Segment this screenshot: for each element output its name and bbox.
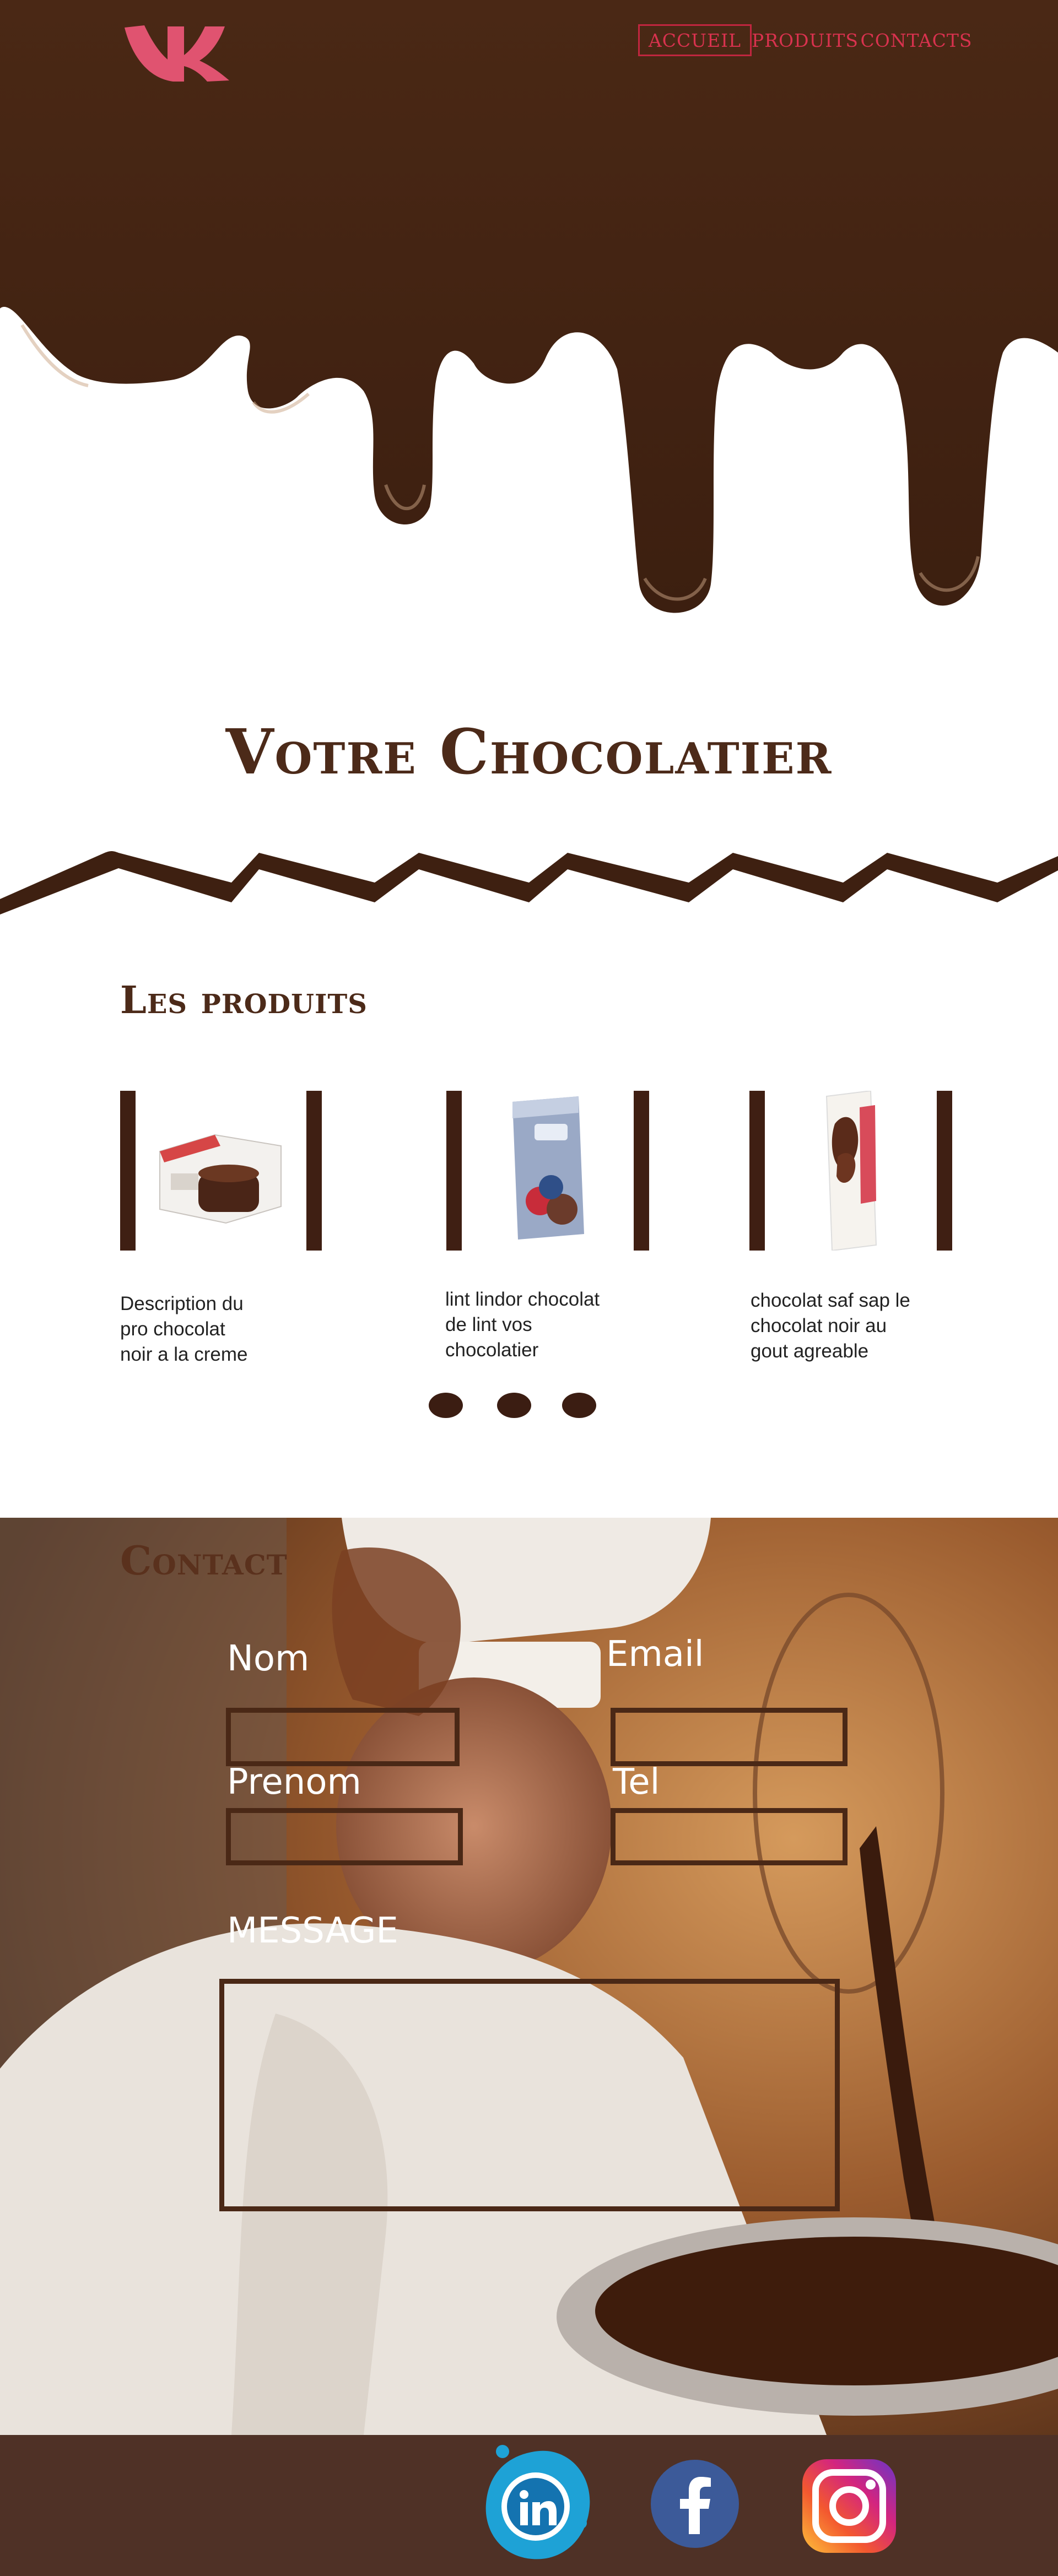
hero-title: Votre Chocolatier bbox=[225, 716, 833, 788]
nav-item-contacts-label: CONTACTS bbox=[860, 29, 973, 51]
product-image-2 bbox=[496, 1091, 601, 1251]
linkedin-icon[interactable] bbox=[474, 2440, 601, 2567]
carousel-dot-2[interactable] bbox=[497, 1393, 531, 1418]
label-prenom: Prenom bbox=[227, 1762, 361, 1803]
product-description-line: de lint vos bbox=[445, 1314, 532, 1335]
carousel-dot-3[interactable] bbox=[562, 1393, 596, 1418]
email-input[interactable] bbox=[611, 1708, 848, 1766]
label-message: MESSAGE bbox=[227, 1911, 398, 1951]
product-image-3 bbox=[810, 1091, 893, 1251]
product-description-line: Description du bbox=[120, 1293, 244, 1314]
product-description-line: chocolat noir au bbox=[751, 1315, 887, 1336]
tel-input[interactable] bbox=[611, 1808, 848, 1865]
nav-item-produits[interactable]: PRODUITS bbox=[752, 24, 858, 56]
nav-item-produits-label: PRODUITS bbox=[751, 29, 859, 51]
product-description-line: lint lindor chocolat bbox=[445, 1289, 600, 1310]
product-frame-bar bbox=[634, 1091, 649, 1251]
product-description-line: chocolatier bbox=[445, 1339, 539, 1361]
product-card-3[interactable] bbox=[749, 1091, 952, 1251]
chef-background-image bbox=[0, 1518, 1058, 2435]
product-frame-bar bbox=[306, 1091, 322, 1251]
product-frame-bar bbox=[749, 1091, 765, 1251]
product-description-line: noir a la creme bbox=[120, 1344, 248, 1365]
product-card-1[interactable] bbox=[120, 1091, 322, 1251]
nav-item-accueil-label: ACCUEIL bbox=[648, 29, 742, 51]
zigzag-divider bbox=[0, 851, 1058, 914]
product-frame-bar bbox=[937, 1091, 952, 1251]
product-card-2[interactable] bbox=[446, 1091, 649, 1251]
product-description-3: chocolat saf sap le chocolat noir au gou… bbox=[751, 1288, 910, 1364]
product-description-line: pro chocolat bbox=[120, 1318, 225, 1340]
message-textarea[interactable] bbox=[219, 1979, 840, 2211]
prenom-input[interactable] bbox=[226, 1808, 463, 1865]
nav-item-accueil[interactable]: ACCUEIL bbox=[638, 24, 752, 56]
product-frame-bar bbox=[446, 1091, 462, 1251]
product-description-line: gout agreable bbox=[751, 1340, 869, 1362]
facebook-icon[interactable] bbox=[649, 2458, 741, 2550]
products-title: Les produits bbox=[120, 978, 368, 1022]
contact-title: Contact bbox=[120, 1537, 288, 1584]
label-email: Email bbox=[606, 1634, 704, 1675]
vk-logo-icon[interactable] bbox=[122, 23, 230, 84]
product-image-1 bbox=[149, 1091, 293, 1251]
carousel-dot-1[interactable] bbox=[429, 1393, 463, 1418]
product-description-1: Description du pro chocolat noir a la cr… bbox=[120, 1291, 247, 1367]
product-description-2: lint lindor chocolat de lint vos chocola… bbox=[445, 1287, 600, 1363]
nom-input[interactable] bbox=[226, 1708, 460, 1766]
label-tel: Tel bbox=[613, 1762, 660, 1803]
chocolate-drip-background bbox=[0, 0, 1058, 613]
label-nom: Nom bbox=[227, 1638, 310, 1679]
product-frame-bar bbox=[120, 1091, 136, 1251]
instagram-icon[interactable] bbox=[800, 2457, 898, 2555]
nav-item-contacts[interactable]: CONTACTS bbox=[860, 24, 971, 56]
product-description-line: chocolat saf sap le bbox=[751, 1290, 910, 1311]
